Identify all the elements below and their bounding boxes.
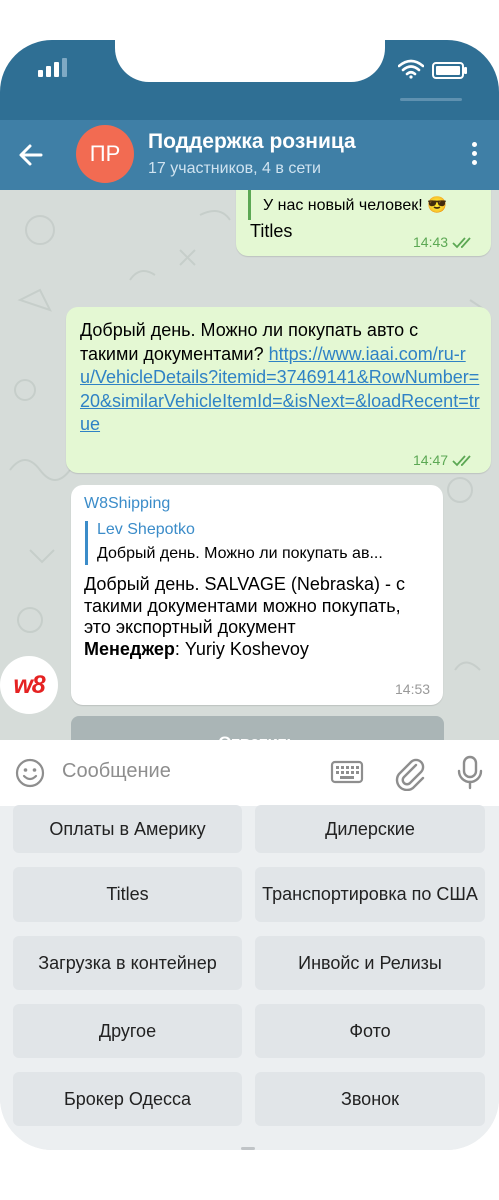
sender-avatar[interactable]: w8	[0, 656, 58, 714]
message-sender[interactable]: W8Shipping	[84, 495, 170, 513]
keyboard-button[interactable]: Фото	[255, 1004, 485, 1058]
more-vert-icon[interactable]	[462, 142, 486, 172]
reply-quote-text: Добрый день. Можно ли покупать ав...	[97, 545, 383, 562]
message-bubble-incoming[interactable]: W8Shipping Lev Shepotko Добрый день. Мож…	[71, 485, 443, 705]
manager-label: Менеджер	[84, 638, 175, 659]
message-timestamp: 14:53	[395, 681, 431, 697]
message-text: Добрый день. SALVAGE (Nebraska) - с таки…	[84, 574, 405, 659]
bot-keyboard: Оплаты в Америку Дилерские Titles Трансп…	[0, 805, 499, 1150]
keyboard-button[interactable]: Titles	[13, 867, 242, 922]
reply-quote-sender: Lev Shepotko	[97, 521, 195, 538]
message-input-bar: Сообщение	[0, 740, 499, 806]
notch	[115, 40, 385, 82]
wifi-icon	[398, 59, 424, 79]
read-ticks-icon	[452, 237, 471, 249]
reply-quote-bar	[248, 190, 251, 220]
keyboard-button[interactable]: Другое	[13, 1004, 242, 1058]
status-indicator-bar	[400, 98, 462, 101]
message-bubble-outgoing[interactable]: Добрый день. Можно ли покупать авто с та…	[66, 307, 491, 473]
group-avatar[interactable]: ПР	[76, 125, 134, 183]
attach-icon[interactable]	[394, 755, 426, 791]
keyboard-button[interactable]: Инвойс и Релизы	[255, 936, 485, 990]
chat-header: ПР Поддержка розница 17 участников, 4 в …	[0, 120, 499, 190]
keyboard-button[interactable]: Оплаты в Америку	[13, 805, 242, 853]
message-list[interactable]: ~ У нас новый человек! 😎 Titles 14:43 До…	[0, 190, 499, 740]
emoji-icon[interactable]	[14, 757, 46, 789]
reply-quote-text: У нас новый человек! 😎	[263, 197, 448, 214]
message-timestamp: 14:43	[413, 234, 476, 250]
keyboard-button[interactable]: Транспортировка по США	[255, 867, 485, 922]
reply-quote-bar	[85, 521, 88, 565]
keyboard-icon[interactable]	[330, 757, 364, 787]
keyboard-button[interactable]: Брокер Одесса	[13, 1072, 242, 1126]
status-bar	[0, 40, 499, 120]
message-timestamp: 14:47	[413, 452, 476, 468]
w8-logo-text: w8	[13, 670, 45, 699]
message-text: Titles	[250, 221, 293, 241]
manager-name: : Yuriy Koshevoy	[174, 638, 309, 659]
chat-title[interactable]: Поддержка розница	[148, 130, 356, 154]
keyboard-button[interactable]: Дилерские	[255, 805, 485, 853]
signal-icon	[38, 58, 67, 77]
chat-subtitle: 17 участников, 4 в сети	[148, 160, 321, 177]
message-bubble-outgoing[interactable]: ~ У нас новый человек! 😎 Titles 14:43	[236, 190, 491, 256]
keyboard-button[interactable]: Загрузка в контейнер	[13, 936, 242, 990]
home-indicator	[241, 1147, 255, 1150]
message-text: Добрый день. Можно ли покупать авто с та…	[80, 320, 480, 434]
keyboard-button[interactable]: Звонок	[255, 1072, 485, 1126]
battery-icon	[432, 62, 467, 79]
message-input[interactable]: Сообщение	[62, 760, 171, 783]
reply-button[interactable]: Ответить	[71, 716, 444, 740]
mic-icon[interactable]	[456, 755, 484, 791]
phone-screen: ПР Поддержка розница 17 участников, 4 в …	[0, 40, 499, 1150]
back-arrow-icon[interactable]	[14, 138, 48, 172]
read-ticks-icon	[452, 455, 471, 467]
